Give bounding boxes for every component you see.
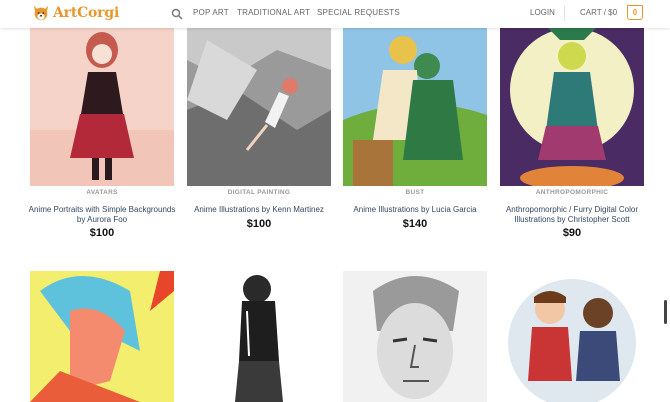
- product-image-row2-2[interactable]: [187, 271, 331, 402]
- product-image-kenn-martinez[interactable]: [187, 10, 331, 186]
- product-category[interactable]: ANTHROPOMORPHIC: [500, 189, 644, 196]
- product-title[interactable]: Anime Illustrations by Kenn Martinez: [181, 205, 337, 215]
- product-category[interactable]: AVATARS: [30, 189, 174, 196]
- product-title[interactable]: Anime Illustrations by Lucia Garcia: [337, 205, 493, 215]
- cart-link[interactable]: CART / $0: [580, 8, 617, 17]
- product-image-row2-3[interactable]: [343, 271, 487, 402]
- nav-item-pop-art[interactable]: POP ART: [193, 8, 229, 17]
- product-category[interactable]: BUST: [343, 189, 487, 196]
- product-image-row2-1[interactable]: [30, 271, 174, 402]
- search-icon[interactable]: [171, 8, 183, 20]
- cart-count-badge[interactable]: 0: [627, 5, 643, 20]
- product-price: $100: [89, 227, 115, 239]
- site-logo[interactable]: ArtCorgi: [32, 3, 119, 23]
- product-title[interactable]: Anthropomorphic / Furry Digital Color Il…: [494, 205, 650, 225]
- product-image-row2-4[interactable]: [500, 271, 644, 402]
- product-price: $100: [246, 218, 272, 230]
- corgi-logo-icon: [33, 5, 49, 21]
- login-link[interactable]: LOGIN: [530, 8, 555, 17]
- brand-name: ArtCorgi: [53, 5, 120, 21]
- product-title[interactable]: Anime Portraits with Simple Backgrounds …: [24, 205, 180, 225]
- nav-item-special-requests[interactable]: SPECIAL REQUESTS: [317, 8, 400, 17]
- product-image-christopher-scott[interactable]: [500, 10, 644, 186]
- site-header: ArtCorgi POP ART TRADITIONAL ART SPECIAL…: [0, 0, 670, 28]
- product-category[interactable]: DIGITAL PAINTING: [187, 189, 331, 196]
- nav-item-traditional-art[interactable]: TRADITIONAL ART: [237, 8, 310, 17]
- product-price: $140: [402, 218, 428, 230]
- scrollbar-thumb[interactable]: [664, 300, 667, 324]
- product-price: $90: [562, 227, 582, 239]
- product-image-lucia-garcia[interactable]: [343, 10, 487, 186]
- cart-count: 0: [632, 8, 638, 17]
- product-image-anime-portraits[interactable]: [30, 10, 174, 186]
- nav-divider: [564, 5, 565, 21]
